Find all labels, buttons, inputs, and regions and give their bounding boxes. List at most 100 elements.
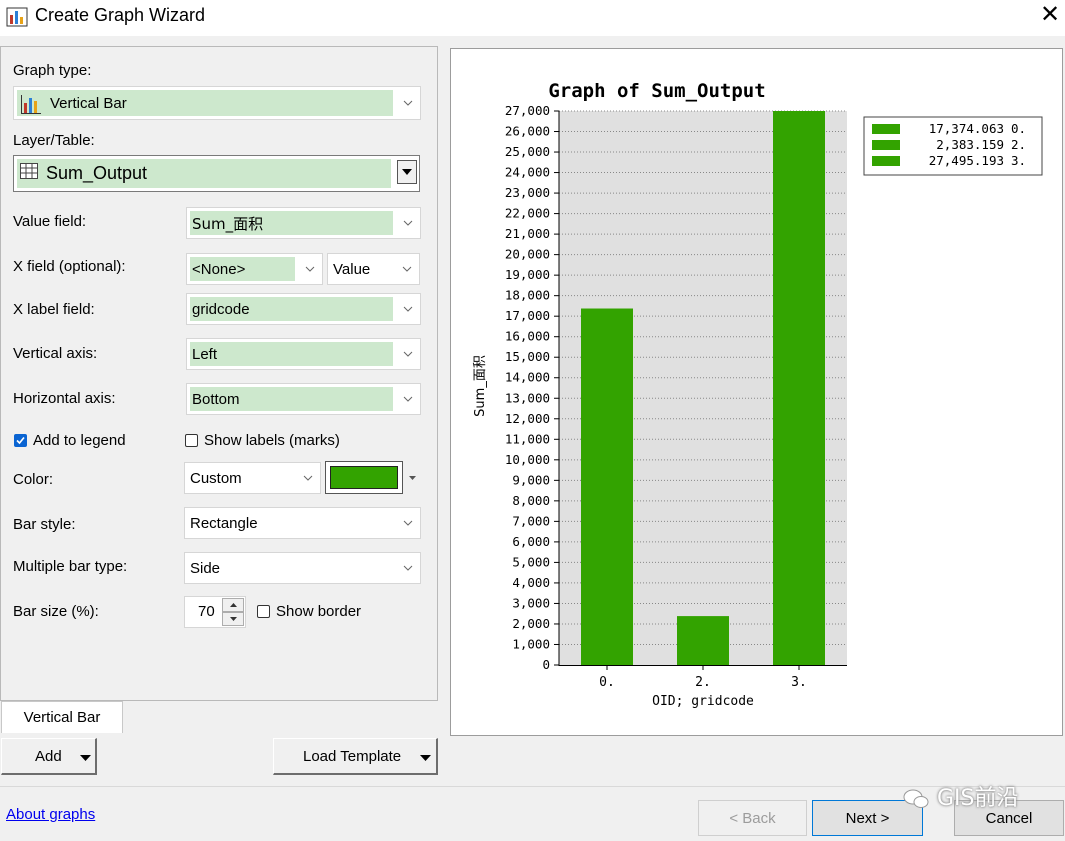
caret-down-icon: [420, 755, 431, 761]
add-button-label: Add: [35, 748, 62, 765]
show-labels-label: Show labels (marks): [204, 432, 340, 449]
layer-table-label: Layer/Table:: [13, 132, 95, 149]
caret-up-icon: [229, 603, 237, 607]
graph-wizard-icon: [6, 7, 28, 27]
tab-vertical-bar[interactable]: Vertical Bar: [1, 701, 123, 733]
legend-swatch: [872, 124, 900, 134]
wechat-icon: [903, 789, 929, 808]
back-button[interactable]: < Back: [698, 800, 807, 836]
y-tick-label: 24,000: [505, 165, 550, 180]
color-mode-value: Custom: [190, 469, 242, 487]
chevron-down-icon: [400, 254, 414, 284]
legend-value: 17,374.063: [929, 121, 1004, 136]
caret-down-icon: [409, 475, 416, 480]
y-tick-label: 21,000: [505, 226, 550, 241]
bar-size-stepper[interactable]: 70: [184, 596, 246, 628]
vertical-axis-select[interactable]: Left: [186, 338, 421, 370]
bar-chart-icon: [21, 95, 41, 114]
caret-down-icon: [402, 169, 412, 175]
y-tick-label: 2,000: [512, 616, 550, 631]
y-tick-label: 20,000: [505, 247, 550, 262]
stepper-down-button[interactable]: [222, 612, 244, 626]
y-axis-label: Sum_面积: [473, 355, 488, 417]
graph-type-label: Graph type:: [13, 62, 92, 79]
color-swatch: [330, 466, 398, 489]
color-picker-button[interactable]: [325, 461, 403, 494]
legend-swatch: [872, 140, 900, 150]
y-tick-label: 7,000: [512, 513, 550, 528]
y-tick-label: 17,000: [505, 308, 550, 323]
x-field-sort-value: Value: [333, 260, 371, 278]
add-button[interactable]: Add: [1, 738, 97, 775]
show-labels-checkbox[interactable]: [185, 434, 198, 447]
watermark: GIS前沿: [902, 780, 1019, 812]
multiple-bar-type-select[interactable]: Side: [184, 552, 421, 584]
x-field-sort-select[interactable]: Value: [327, 253, 420, 285]
about-graphs-link[interactable]: About graphs: [6, 806, 95, 823]
bar-style-select[interactable]: Rectangle: [184, 507, 421, 539]
add-to-legend-checkbox[interactable]: [14, 434, 27, 447]
dropdown-button[interactable]: [397, 160, 417, 184]
multiple-bar-type-value: Side: [190, 559, 221, 577]
x-tick-labels: 0. 2. 3.: [599, 665, 807, 690]
window-title: Create Graph Wizard: [35, 5, 206, 25]
y-tick-labels: 0 1,000 2,000 3,000 4,000 5,000 6,000 7,000 8,00…: [505, 103, 559, 672]
bar: [677, 616, 729, 665]
x-tick-label: 2.: [695, 675, 711, 690]
bar-size-label: Bar size (%):: [13, 603, 99, 620]
table-icon: [20, 163, 38, 179]
y-tick-label: 13,000: [505, 390, 550, 405]
chevron-down-icon: [301, 463, 315, 493]
chart-title: Graph of Sum_Output: [548, 80, 765, 102]
legend-label: 2.: [1011, 137, 1026, 152]
chevron-down-icon: [401, 384, 415, 414]
add-to-legend-label: Add to legend: [33, 432, 126, 449]
chevron-down-icon: [401, 508, 415, 538]
load-template-button[interactable]: Load Template: [273, 738, 438, 775]
graph-preview: Graph of Sum_Output 0 1,000 2,000 3,000 4,00…: [473, 80, 1043, 709]
y-tick-label: 22,000: [505, 206, 550, 221]
x-field-select[interactable]: <None>: [186, 253, 323, 285]
y-tick-label: 15,000: [505, 349, 550, 364]
horizontal-axis-select[interactable]: Bottom: [186, 383, 421, 415]
chart-legend: 17,374.063 0. 2,383.159 2. 27,495.193 3.: [872, 121, 1026, 168]
layer-table-select[interactable]: Sum_Output: [13, 155, 420, 192]
vertical-axis-value: Left: [192, 345, 218, 363]
layer-table-value: Sum_Output: [46, 163, 148, 183]
bar: [773, 111, 825, 665]
chevron-down-icon: [401, 208, 415, 238]
y-tick-label: 25,000: [505, 144, 550, 159]
checkmark-icon: [16, 436, 25, 445]
chevron-down-icon: [401, 294, 415, 324]
y-tick-label: 26,000: [505, 124, 550, 139]
chevron-down-icon: [303, 254, 317, 284]
title-bar: Create Graph Wizard ✕: [0, 0, 1065, 36]
graph-type-select[interactable]: Vertical Bar: [13, 86, 421, 120]
legend-swatch: [872, 156, 900, 166]
close-icon[interactable]: ✕: [1038, 3, 1062, 27]
y-tick-label: 18,000: [505, 288, 550, 303]
x-axis-label: OID; gridcode: [652, 694, 754, 709]
value-field-select[interactable]: Sum_面积: [186, 207, 421, 239]
color-dropdown-arrow[interactable]: [405, 461, 420, 494]
x-label-field-label: X label field:: [13, 301, 95, 318]
y-tick-label: 23,000: [505, 185, 550, 200]
x-field-value: <None>: [192, 260, 246, 278]
horizontal-axis-value: Bottom: [192, 390, 240, 408]
y-tick-label: 8,000: [512, 493, 550, 508]
load-template-label: Load Template: [303, 748, 402, 765]
stepper-up-button[interactable]: [222, 598, 244, 612]
vertical-axis-label: Vertical axis:: [13, 345, 98, 362]
y-tick-label: 10,000: [505, 452, 550, 467]
show-border-label: Show border: [276, 603, 362, 620]
watermark-text: GIS前沿: [937, 786, 1019, 811]
show-border-checkbox[interactable]: [257, 605, 270, 618]
bar: [581, 308, 633, 665]
bar-style-label: Bar style:: [13, 516, 76, 533]
legend-value: 27,495.193: [929, 153, 1004, 168]
y-tick-label: 5,000: [512, 554, 550, 569]
legend-label: 0.: [1011, 121, 1026, 136]
x-label-field-select[interactable]: gridcode: [186, 293, 421, 325]
y-tick-label: 9,000: [512, 472, 550, 487]
color-mode-select[interactable]: Custom: [184, 462, 321, 494]
